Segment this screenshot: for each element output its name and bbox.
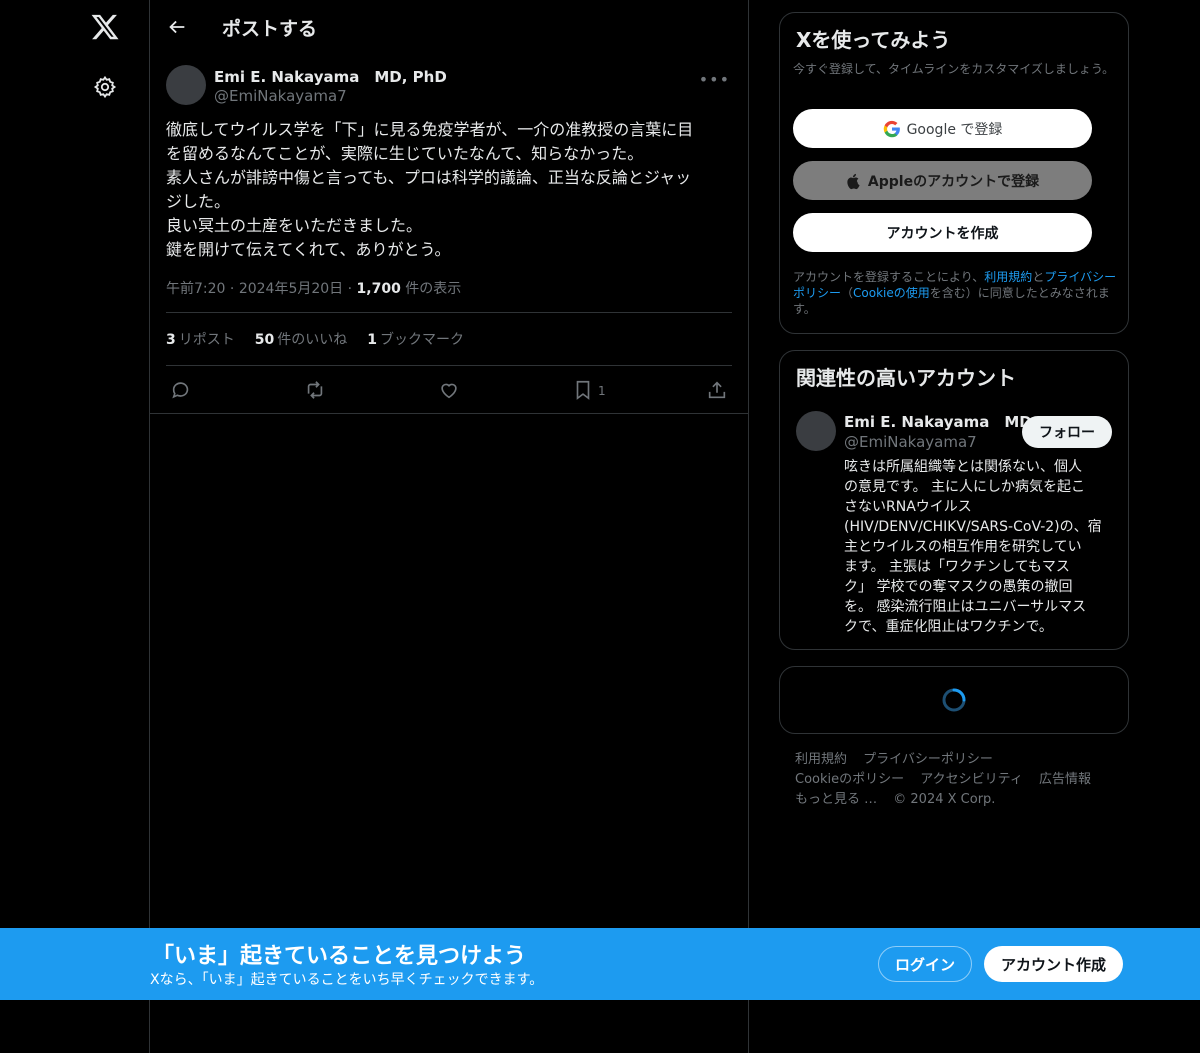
views-count: 1,700 [356,281,401,297]
bookmark-icon[interactable] [572,379,594,401]
main-column: ポストする Emi E. Nakayama MD, PhD @EmiNakaya… [149,0,749,1053]
likes-label: 件のいいね [277,332,348,348]
author-name[interactable]: Emi E. Nakayama MD, PhD [214,66,447,87]
post-text-line: ジした。 [166,192,231,211]
author-handle[interactable]: @EmiNakayama7 [214,87,347,105]
bookmarks-stat[interactable]: 1 ブックマーク [367,329,464,349]
post-actions: 1 [150,366,748,414]
repost-icon[interactable] [304,379,326,401]
footer-privacy-link[interactable]: プライバシーポリシー [863,752,993,767]
signup-banner: 「いま」起きていることを見つけよう Xなら、「いま」起きていることをいち早くチェ… [0,928,1200,1000]
legal-paren: （ [841,286,854,300]
post-author: Emi E. Nakayama MD, PhD @EmiNakayama7 ••… [150,54,748,110]
related-name[interactable]: Emi E. Nakayama MD [844,411,1032,432]
post-text-line: 素人さんが誹謗中傷と言っても、プロは科学的議論、正当な反論とジャッ [166,168,692,187]
apple-logo-icon [847,173,860,189]
bio-line: ます。 主張は「ワクチンしてもマス [844,559,1070,575]
post-date[interactable]: 2024年5月20日 [239,281,343,297]
bookmarks-label: ブックマーク [379,332,464,348]
author-avatar[interactable] [166,65,206,105]
related-accounts-card: 関連性の高いアカウント Emi E. Nakayama MD @EmiNakay… [779,350,1129,650]
legal-and: と [1032,270,1045,284]
reposts-count: 3 [166,332,176,348]
reposts-label: リポスト [178,332,235,348]
bio-line: ク」 学校での奪マスクの愚策の撤回 [844,579,1073,595]
footer-more-link[interactable]: もっと見る … [795,792,877,807]
legal-prefix: アカウントを登録することにより、 [793,270,985,284]
footer-copyright: © 2024 X Corp. [893,792,996,807]
like-heart-icon[interactable] [438,379,460,401]
google-logo-icon [883,120,900,137]
signup-card: Xを使ってみよう 今すぐ登録して、タイムラインをカスタマイズしましょう。 Goo… [779,12,1129,334]
banner-title: 「いま」起きていることを見つけよう [152,944,527,969]
footer-ads-link[interactable]: 広告情報 [1039,772,1091,787]
post-text-line: 徹底してウイルス学を「下」に見る免疫学者が、一介の准教授の言葉に目 [166,120,694,139]
follow-button[interactable]: フォロー [1022,416,1112,448]
signup-card-subtitle: 今すぐ登録して、タイムラインをカスタマイズしましょう。 [793,62,1115,76]
related-bio: 呟きは所属組織等とは関係ない、個人 の意見です。 主に人にしか病気を起こ さない… [844,457,1110,637]
left-nav [0,0,150,1053]
post-time[interactable]: 午前7:20 [166,281,225,297]
likes-count: 50 [254,332,275,348]
footer-cookie-link[interactable]: Cookieのポリシー [795,772,904,787]
footer-terms-link[interactable]: 利用規約 [795,752,847,767]
related-accounts-title: 関連性の高いアカウント [796,366,1016,390]
post-stats: 3 リポスト 50 件のいいね 1 ブックマーク [166,313,732,366]
back-arrow-icon[interactable] [166,16,188,38]
apple-signup-button[interactable]: Appleのアカウントで登録 [793,161,1092,200]
google-signup-button[interactable]: Google で登録 [793,109,1092,148]
post-header: ポストする [150,0,748,54]
views-label: 件の表示 [405,281,462,297]
post-meta: 午前7:20 · 2024年5月20日 · 1,700 件の表示 [166,262,732,313]
reposts-stat[interactable]: 3 リポスト [166,329,235,349]
settings-gear-icon[interactable] [93,75,117,99]
terms-link[interactable]: 利用規約 [984,270,1032,284]
banner-signup-button[interactable]: アカウント作成 [984,946,1123,982]
reply-icon[interactable] [170,379,192,401]
create-account-button[interactable]: アカウントを作成 [793,213,1092,252]
share-icon[interactable] [706,379,728,401]
footer-links: 利用規約 プライバシーポリシー Cookieのポリシー アクセシビリティ 広告情… [795,750,1115,810]
cookie-link[interactable]: Cookieの使用 [853,286,930,300]
bookmark-action-count: 1 [598,384,606,398]
google-signup-label: Google で登録 [906,121,1003,138]
signup-legal-text: アカウントを登録することにより、利用規約とプライバシーポリシー（Cookieの使… [793,269,1119,317]
loading-spinner-icon [942,688,966,712]
post-text-line: 良い冥土の土産をいただきました。 [166,216,423,235]
post-text-line: を留めるなんてことが、実際に生じていたなんて、知らなかった。 [166,144,644,163]
bio-line: さないRNAウイルス [844,499,972,515]
bio-line: (HIV/DENV/CHIKV/SARS-CoV-2)の、宿 [844,519,1102,535]
meta-separator: · [229,281,239,297]
meta-separator: · [347,281,357,297]
post-text-line: 鍵を開けて伝えてくれて、ありがとう。 [166,240,451,259]
bio-line: を。 感染流行阻止はユニバーサルマス [844,599,1087,615]
related-handle[interactable]: @EmiNakayama7 [844,433,977,451]
related-avatar[interactable] [796,411,836,451]
more-options-icon[interactable]: ••• [699,70,730,89]
apple-signup-label: Appleのアカウントで登録 [867,173,1040,190]
likes-stat[interactable]: 50 件のいいね [255,329,347,349]
page-title: ポストする [222,18,318,40]
post-text: 徹底してウイルス学を「下」に見る免疫学者が、一介の准教授の言葉に目 を留めるなん… [150,110,748,262]
bookmarks-count: 1 [367,332,377,348]
bio-line: クで、重症化阻止はワクチンで。 [844,619,1053,635]
bio-line: 主とウイルスの相互作用を研究してい [844,539,1082,555]
loading-card [779,666,1129,734]
bio-line: 呟きは所属組織等とは関係ない、個人 [844,459,1082,475]
footer-accessibility-link[interactable]: アクセシビリティ [920,772,1023,787]
x-logo-icon[interactable] [90,12,120,42]
banner-subtitle: Xなら、「いま」起きていることをいち早くチェックできます。 [150,972,544,988]
signup-card-title: Xを使ってみよう [796,28,951,52]
bio-line: の意見です。 主に人にしか病気を起こ [844,479,1086,495]
login-button[interactable]: ログイン [878,946,972,982]
